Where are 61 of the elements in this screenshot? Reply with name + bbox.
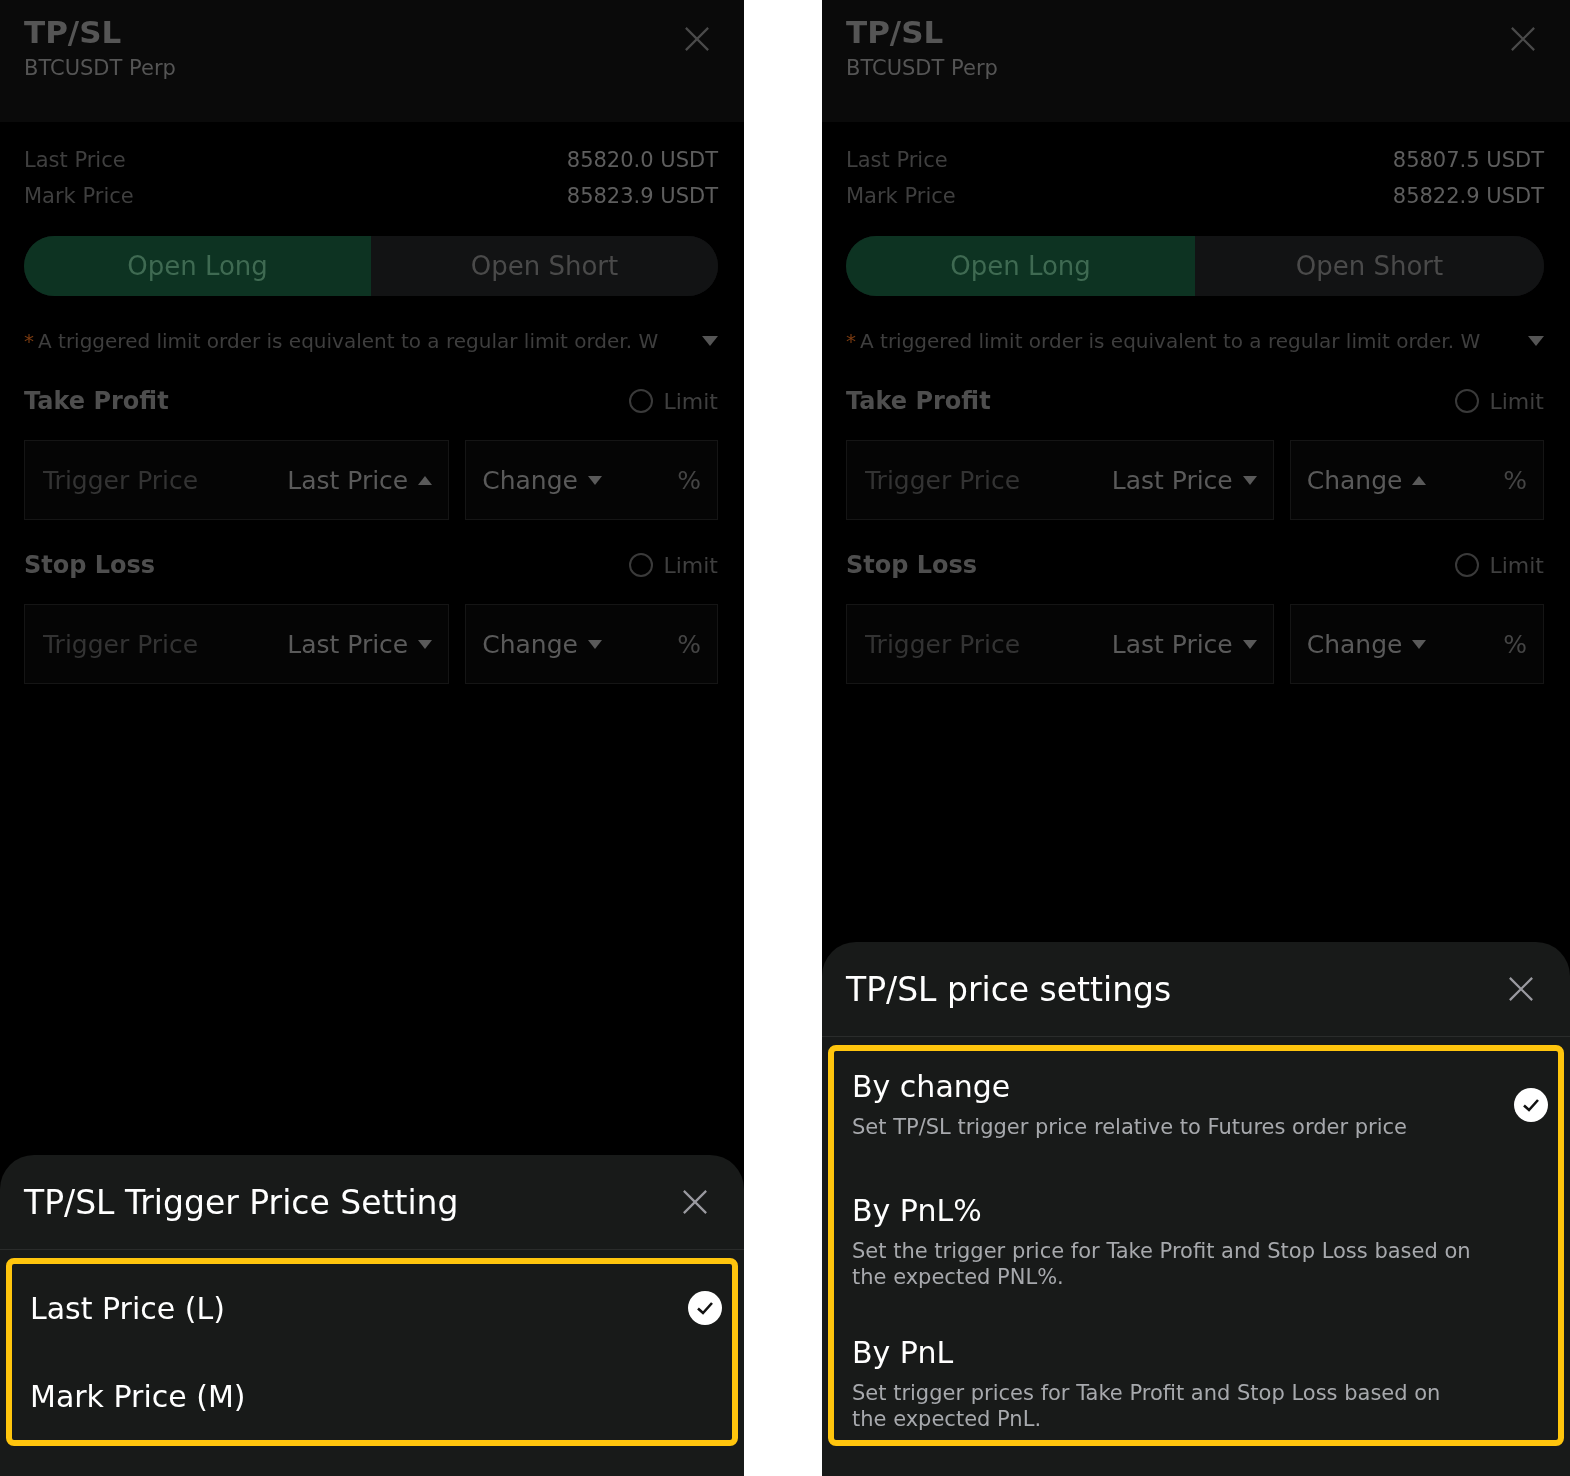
price-value: 85823.9 USDT — [566, 184, 718, 208]
price-value: 85822.9 USDT — [1392, 184, 1544, 208]
price-type-dropdown[interactable]: Last Price — [287, 465, 433, 495]
contract-name: BTCUSDT Perp — [24, 56, 176, 80]
change-field[interactable]: Change % — [465, 440, 718, 520]
check-icon — [1514, 1088, 1548, 1122]
screen-title: TP/SL — [846, 14, 945, 50]
price-label: Mark Price — [846, 184, 956, 208]
percent-unit: % — [1503, 629, 1527, 659]
caret-icon — [418, 475, 433, 485]
caret-icon — [1412, 475, 1427, 485]
option-item[interactable]: By change Set TP/SL trigger price relative to Futures order price — [852, 1051, 1548, 1183]
change-field[interactable]: Change % — [1289, 604, 1544, 684]
change-dropdown[interactable]: Change — [482, 629, 602, 659]
price-value: 85807.5 USDT — [1392, 148, 1544, 172]
caret-icon — [1412, 639, 1427, 649]
caret-icon — [1242, 639, 1257, 649]
close-icon[interactable] — [1508, 976, 1534, 1002]
section-title: Take Profit — [846, 387, 991, 415]
percent-unit: % — [677, 629, 701, 659]
notice-text: A triggered limit order is equivalent to a regular limit order. W — [38, 329, 660, 353]
caret-icon — [587, 639, 602, 649]
section-title: Stop Loss — [846, 551, 978, 579]
limit-radio[interactable]: Limit — [1455, 552, 1544, 578]
asterisk: * — [24, 329, 34, 353]
price-label: Mark Price — [24, 184, 134, 208]
sheet-title: TP/SL price settings — [846, 969, 1172, 1009]
change-dropdown[interactable]: Change — [1306, 465, 1427, 495]
price-type-dropdown[interactable]: Last Price — [287, 629, 433, 659]
change-dropdown[interactable]: Change — [482, 465, 602, 495]
percent-unit: % — [677, 465, 701, 495]
percent-unit: % — [1503, 465, 1527, 495]
limit-radio[interactable]: Limit — [629, 552, 718, 578]
option-item[interactable]: Last Price (L) — [30, 1264, 722, 1352]
limit-radio[interactable]: Limit — [629, 388, 718, 414]
screen-title: TP/SL — [24, 14, 123, 50]
caret-icon — [418, 639, 433, 649]
price-type-dropdown[interactable]: Last Price — [1111, 629, 1257, 659]
change-field[interactable]: Change % — [465, 604, 718, 684]
price-label: Last Price — [846, 148, 948, 172]
change-field[interactable]: Change % — [1289, 440, 1544, 520]
section-title: Stop Loss — [24, 551, 156, 579]
close-icon[interactable] — [682, 1189, 708, 1215]
option-item[interactable]: By PnL% Set the trigger price for Take Profit and Stop Loss based on the expected PNL%. — [852, 1183, 1548, 1325]
price-type-dropdown[interactable]: Last Price — [1111, 465, 1257, 495]
caret-icon[interactable] — [1528, 336, 1544, 346]
check-icon — [688, 1291, 722, 1325]
caret-icon[interactable] — [702, 336, 718, 346]
caret-icon — [1242, 475, 1257, 485]
sheet-title: TP/SL Trigger Price Setting — [24, 1182, 459, 1222]
price-value: 85820.0 USDT — [566, 148, 718, 172]
option-item[interactable]: Mark Price (M) — [30, 1352, 722, 1440]
section-title: Take Profit — [24, 387, 169, 415]
price-label: Last Price — [24, 148, 126, 172]
notice-text: A triggered limit order is equivalent to a regular limit order. W — [860, 329, 1482, 353]
contract-name: BTCUSDT Perp — [846, 56, 998, 80]
change-dropdown[interactable]: Change — [1306, 629, 1427, 659]
caret-icon — [587, 475, 602, 485]
limit-radio[interactable]: Limit — [1455, 388, 1544, 414]
option-item[interactable]: By PnL Set trigger prices for Take Profit and Stop Loss based on the expected PnL. — [852, 1324, 1548, 1440]
asterisk: * — [846, 329, 856, 353]
